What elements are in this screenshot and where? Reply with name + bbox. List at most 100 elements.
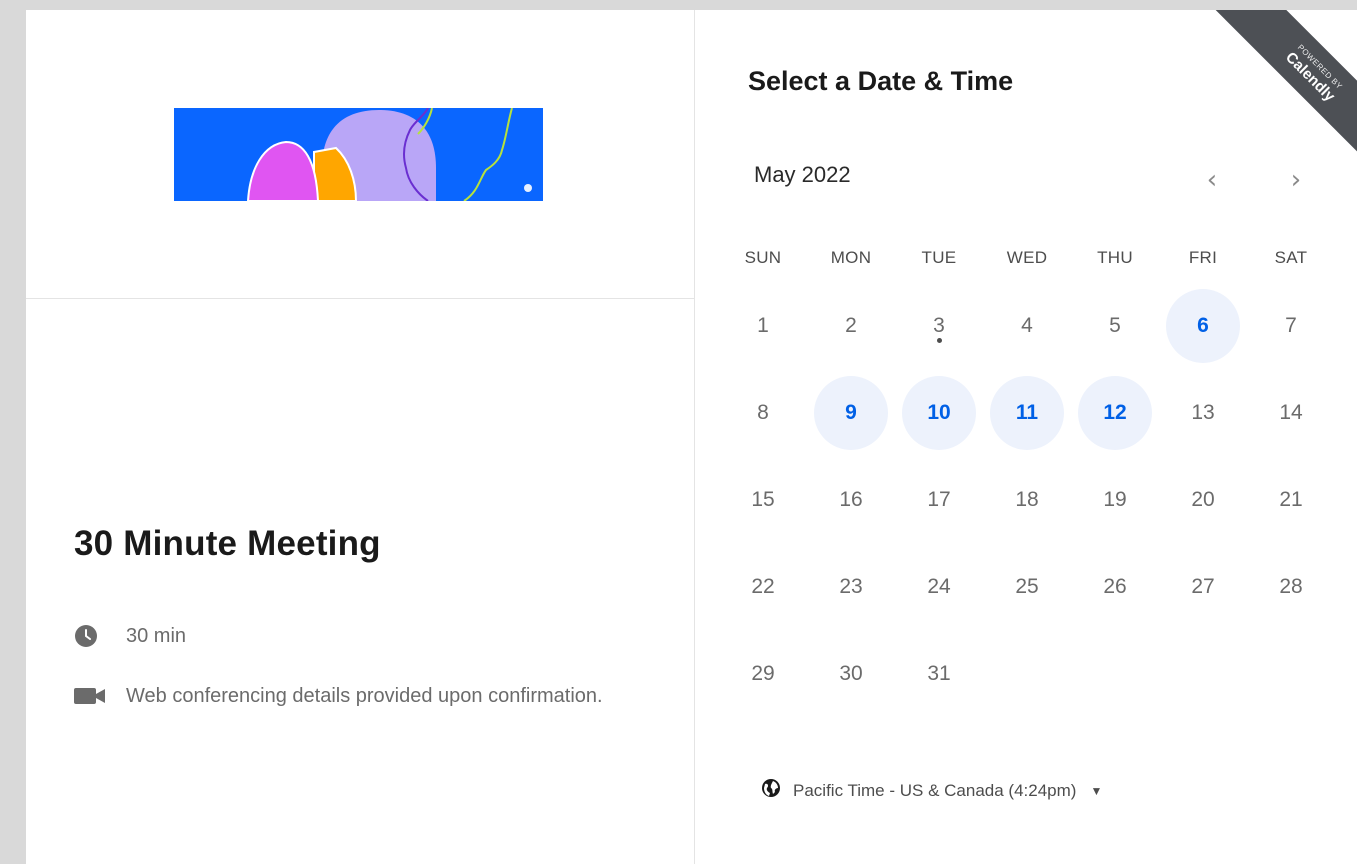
weekday-header: SUN MON TUE WED THU FRI SAT — [719, 248, 1335, 268]
caret-down-icon: ▼ — [1090, 783, 1103, 798]
calendar-day-9[interactable]: 9 — [807, 369, 895, 456]
calendar-day-22: 22 — [719, 543, 807, 630]
available-date-button[interactable]: 6 — [1166, 288, 1240, 363]
globe-icon — [761, 778, 781, 803]
date-number: 21 — [1279, 487, 1303, 511]
date-number: 14 — [1279, 400, 1303, 424]
date-number: 24 — [927, 574, 951, 598]
calendar-week: 29 30 31 — [719, 630, 1335, 717]
calendar-empty-cell — [1159, 630, 1247, 717]
calendar-grid: 1 2 3 4 5 6 7 8 9 10 11 12 13 14 15 16 17 18 19 20 21 22 23 24 2… — [719, 282, 1335, 717]
timezone-label: Pacific Time - US & Canada (4:24pm) — [793, 780, 1077, 800]
clock-icon — [74, 618, 106, 654]
calendar-day-25: 25 — [983, 543, 1071, 630]
duration-text: 30 min — [126, 625, 187, 647]
calendar-empty-cell — [983, 630, 1071, 717]
calendar-day-6[interactable]: 6 — [1159, 282, 1247, 369]
date-number: 15 — [751, 487, 775, 511]
timezone-selector[interactable]: Pacific Time - US & Canada (4:24pm) ▼ — [761, 778, 1102, 803]
weekday-label: FRI — [1188, 248, 1218, 267]
date-number: 22 — [751, 574, 775, 598]
calendar-day-21: 21 — [1247, 456, 1335, 543]
weekday-label: SUN — [744, 248, 782, 267]
calendar-day-23: 23 — [807, 543, 895, 630]
powered-by-badge[interactable]: POWERED BY Calendly — [1197, 10, 1357, 170]
calendar-day-17: 17 — [895, 456, 983, 543]
weekday-label: TUE — [921, 248, 957, 267]
weekday-label: WED — [1006, 248, 1048, 267]
date-number: 4 — [1021, 313, 1033, 337]
date-number: 5 — [1109, 313, 1121, 337]
logo-area — [26, 10, 694, 299]
date-number: 17 — [927, 487, 951, 511]
video-camera-icon — [74, 678, 106, 714]
calendar-day-4: 4 — [983, 282, 1071, 369]
calendar-day-11[interactable]: 11 — [983, 369, 1071, 456]
calendar-day-24: 24 — [895, 543, 983, 630]
available-date-button[interactable]: 10 — [902, 375, 976, 450]
date-number: 7 — [1285, 313, 1297, 337]
date-number: 30 — [839, 661, 863, 685]
date-number: 28 — [1279, 574, 1303, 598]
date-number: 18 — [1015, 487, 1039, 511]
date-number: 16 — [839, 487, 863, 511]
date-number: 26 — [1103, 574, 1127, 598]
company-logo — [174, 108, 543, 201]
calendar-week: 15 16 17 18 19 20 21 — [719, 456, 1335, 543]
date-number: 20 — [1191, 487, 1215, 511]
date-number: 25 — [1015, 574, 1039, 598]
date-number: 23 — [839, 574, 863, 598]
weekday-label: MON — [830, 248, 872, 267]
calendar-day-30: 30 — [807, 630, 895, 717]
calendar-day-12[interactable]: 12 — [1071, 369, 1159, 456]
calendar-day-2: 2 — [807, 282, 895, 369]
calendar-day-31: 31 — [895, 630, 983, 717]
calendar-day-27: 27 — [1159, 543, 1247, 630]
calendar-day-20: 20 — [1159, 456, 1247, 543]
weekday-label: THU — [1097, 248, 1133, 267]
calendar-day-3: 3 — [895, 282, 983, 369]
calendar-day-28: 28 — [1247, 543, 1335, 630]
calendar-week: 8 9 10 11 12 13 14 — [719, 369, 1335, 456]
booking-card: 30 Minute Meeting 30 min Web conferencin… — [26, 10, 1357, 864]
calendar-day-15: 15 — [719, 456, 807, 543]
calendar-day-26: 26 — [1071, 543, 1159, 630]
month-label: May 2022 — [754, 162, 851, 187]
calendar-day-29: 29 — [719, 630, 807, 717]
date-number: 8 — [757, 400, 769, 424]
event-title: 30 Minute Meeting — [74, 524, 381, 563]
calendar-day-14: 14 — [1247, 369, 1335, 456]
date-number: 29 — [751, 661, 775, 685]
date-number: 1 — [757, 313, 769, 337]
powered-by-ribbon[interactable]: POWERED BY Calendly — [1215, 10, 1357, 170]
available-date-button[interactable]: 12 — [1078, 375, 1152, 450]
calendar-empty-cell — [1247, 630, 1335, 717]
available-date-button[interactable]: 11 — [990, 375, 1064, 450]
calendar-empty-cell — [1071, 630, 1159, 717]
calendar-week: 1 2 3 4 5 6 7 — [719, 282, 1335, 369]
date-number: 27 — [1191, 574, 1215, 598]
calendar-day-13: 13 — [1159, 369, 1247, 456]
date-number: 19 — [1103, 487, 1127, 511]
calendar-day-8: 8 — [719, 369, 807, 456]
calendar-day-7: 7 — [1247, 282, 1335, 369]
weekday-label: SAT — [1274, 248, 1308, 267]
scheduler-panel: Select a Date & Time May 2022 ‹ › SUN MO… — [695, 10, 1357, 864]
calendar-day-19: 19 — [1071, 456, 1159, 543]
date-number: 13 — [1191, 400, 1215, 424]
calendar-day-10[interactable]: 10 — [895, 369, 983, 456]
event-details-panel: 30 Minute Meeting 30 min Web conferencin… — [26, 10, 695, 864]
calendar-day-1: 1 — [719, 282, 807, 369]
date-number: 31 — [927, 661, 951, 685]
conferencing-detail: Web conferencing details provided upon c… — [74, 678, 634, 714]
date-number: 3 — [933, 313, 945, 337]
calendar-week: 22 23 24 25 26 27 28 — [719, 543, 1335, 630]
scheduler-heading: Select a Date & Time — [748, 66, 1014, 96]
today-indicator — [936, 338, 942, 343]
calendar-day-18: 18 — [983, 456, 1071, 543]
calendar-day-5: 5 — [1071, 282, 1159, 369]
available-date-button[interactable]: 9 — [814, 375, 888, 450]
conferencing-text: Web conferencing details provided upon c… — [126, 685, 603, 707]
duration-detail: 30 min — [74, 618, 186, 654]
date-number: 2 — [845, 313, 857, 337]
